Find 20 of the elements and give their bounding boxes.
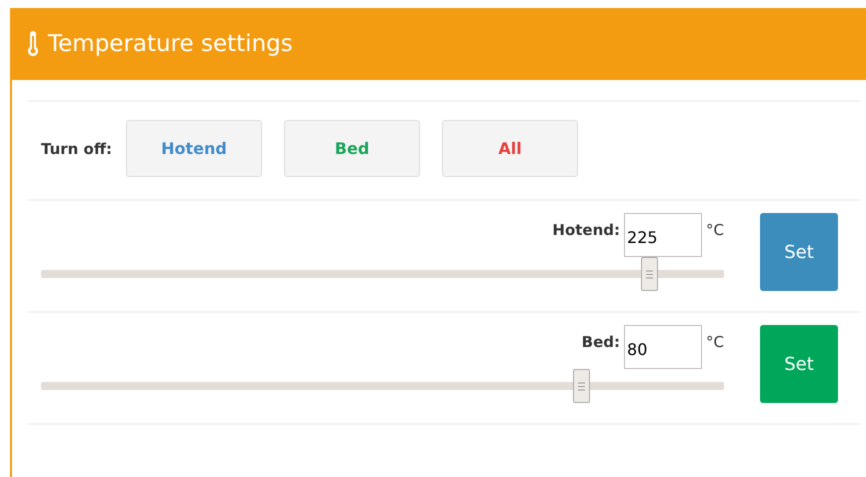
slider-thumb[interactable] (640, 257, 658, 291)
set-button[interactable]: Set (760, 325, 838, 403)
panel-title: Temperature settings (48, 31, 293, 57)
grip-icon (578, 382, 585, 390)
temperature-slider[interactable] (41, 257, 724, 291)
slider-thumb[interactable] (572, 369, 590, 403)
turn-off-label: Turn off: (41, 140, 112, 158)
unit-label: °C (706, 221, 724, 239)
temperature-input[interactable]: 80 (624, 325, 702, 369)
temperature-input[interactable]: 225 (624, 213, 702, 257)
turn-off-button[interactable]: All (442, 120, 578, 177)
thermometer-icon (26, 31, 40, 57)
temperature-slider[interactable] (41, 369, 724, 403)
turn-off-button[interactable]: Hotend (126, 120, 262, 177)
set-button[interactable]: Set (760, 213, 838, 291)
temperature-label: Bed: (582, 333, 620, 351)
turn-off-button[interactable]: Bed (284, 120, 420, 177)
unit-label: °C (706, 333, 724, 351)
grip-icon (646, 270, 653, 278)
temperature-label: Hotend: (552, 221, 620, 239)
